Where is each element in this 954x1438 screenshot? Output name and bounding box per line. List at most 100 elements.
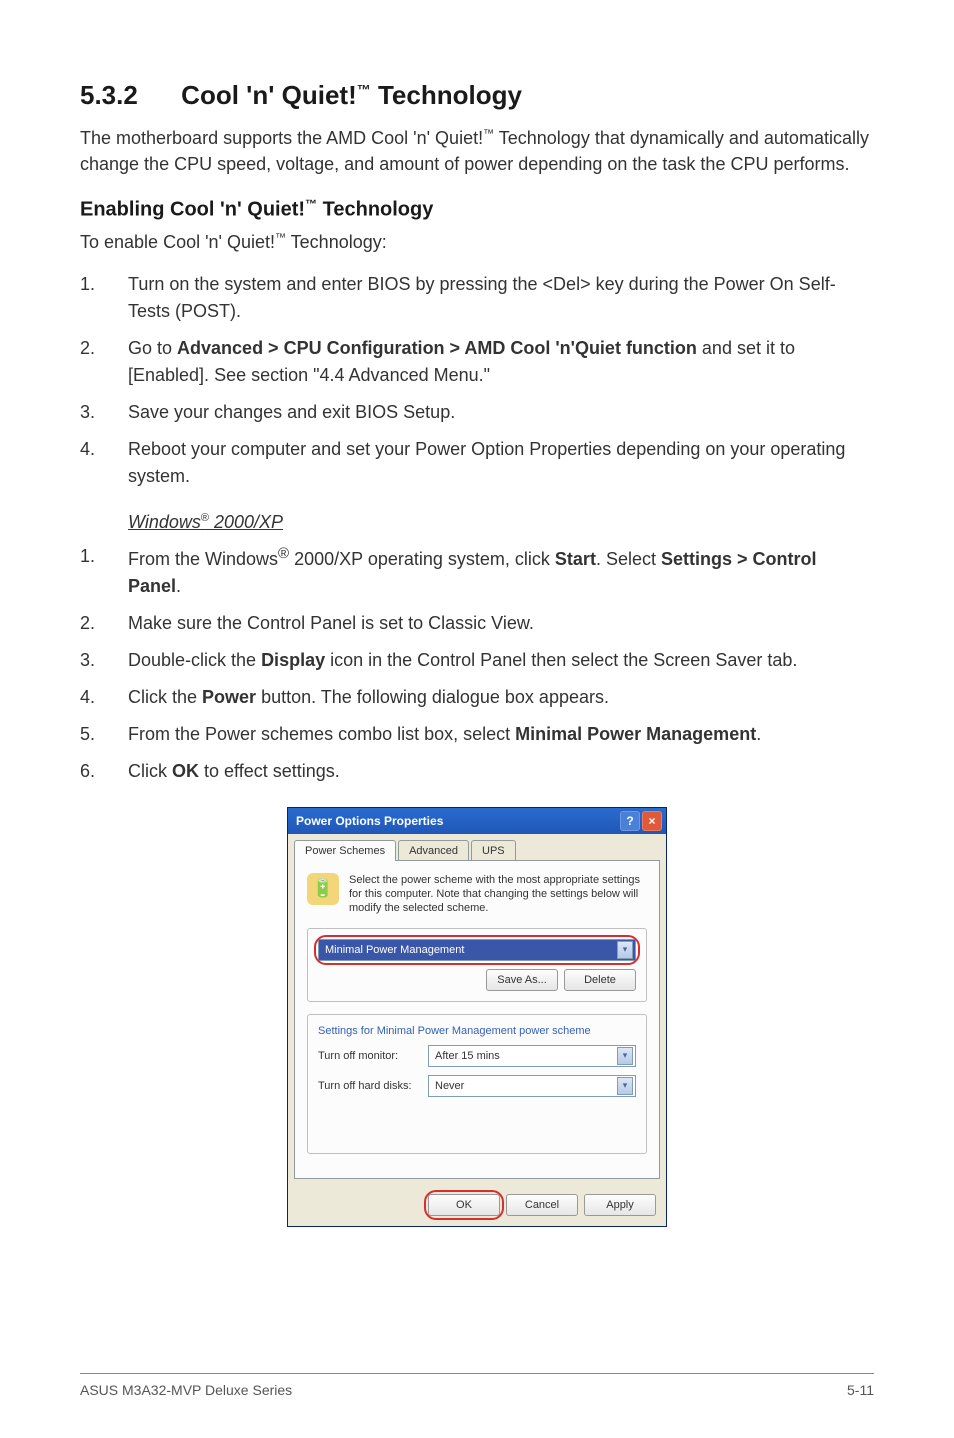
close-button[interactable]: ×	[642, 811, 662, 831]
dialog-screenshot: Power Options Properties ? × Power Schem…	[80, 807, 874, 1227]
chevron-down-icon: ▾	[617, 941, 633, 959]
step-number: 1.	[80, 543, 128, 600]
t-c: . Select	[596, 549, 661, 569]
step-text: From the Power schemes combo list box, s…	[128, 721, 874, 748]
step-number: 5.	[80, 721, 128, 748]
win-a: Windows	[128, 512, 201, 532]
info-row: 🔋 Select the power scheme with the most …	[307, 873, 647, 916]
turn-off-disks-row: Turn off hard disks: Never ▾	[318, 1075, 636, 1097]
t-b: .	[756, 724, 761, 744]
tab-ups[interactable]: UPS	[471, 840, 516, 861]
apply-button[interactable]: Apply	[584, 1194, 656, 1216]
section-title-prefix: Cool 'n' Quiet!	[181, 80, 357, 110]
save-as-button[interactable]: Save As...	[486, 969, 558, 991]
power-schemes-group: Minimal Power Management ▾ Save As... De…	[307, 928, 647, 1002]
footer-left: ASUS M3A32-MVP Deluxe Series	[80, 1382, 292, 1398]
disks-dropdown[interactable]: Never ▾	[428, 1075, 636, 1097]
steps-list-1: 1. Turn on the system and enter BIOS by …	[80, 271, 874, 490]
t-a: Click the	[128, 687, 202, 707]
trademark-symbol: ™	[275, 232, 286, 244]
subheading: Enabling Cool 'n' Quiet!™ Technology	[80, 197, 874, 222]
step-text: Click OK to effect settings.	[128, 758, 874, 785]
sub-intro: To enable Cool 'n' Quiet!™ Technology:	[80, 232, 874, 253]
tab-panel: 🔋 Select the power scheme with the most …	[294, 860, 660, 1179]
t-b: icon in the Control Panel then select th…	[325, 650, 797, 670]
close-icon: ×	[648, 814, 655, 828]
cancel-button[interactable]: Cancel	[506, 1194, 578, 1216]
step-text: Reboot your computer and set your Power …	[128, 436, 874, 490]
step-item: 2. Make sure the Control Panel is set to…	[80, 610, 874, 637]
steps-list-2: 1. From the Windows® 2000/XP operating s…	[80, 543, 874, 785]
step-text-bold: Advanced > CPU Configuration > AMD Cool …	[177, 338, 697, 358]
t-bold1: Start	[555, 549, 596, 569]
step-text: Save your changes and exit BIOS Setup.	[128, 399, 874, 426]
t-a: From the Windows	[128, 549, 278, 569]
step-item: 3. Double-click the Display icon in the …	[80, 647, 874, 674]
settings-group-title: Settings for Minimal Power Management po…	[318, 1025, 636, 1037]
step-item: 1. Turn on the system and enter BIOS by …	[80, 271, 874, 325]
step-text-a: Go to	[128, 338, 177, 358]
subhead-prefix: Enabling Cool 'n' Quiet!	[80, 199, 305, 221]
disks-label: Turn off hard disks:	[318, 1080, 428, 1092]
step-item: 1. From the Windows® 2000/XP operating s…	[80, 543, 874, 600]
section-heading: 5.3.2 Cool 'n' Quiet!™ Technology	[80, 80, 874, 111]
t-bold: OK	[172, 761, 199, 781]
settings-group: Settings for Minimal Power Management po…	[307, 1014, 647, 1154]
step-text: Make sure the Control Panel is set to Cl…	[128, 610, 874, 637]
step-number: 3.	[80, 647, 128, 674]
t-bold: Power	[202, 687, 256, 707]
step-number: 2.	[80, 610, 128, 637]
step-number: 4.	[80, 684, 128, 711]
section-number: 5.3.2	[80, 80, 138, 110]
window-buttons: ? ×	[620, 811, 662, 831]
chevron-down-icon: ▾	[617, 1047, 633, 1065]
page-footer: ASUS M3A32-MVP Deluxe Series 5-11	[80, 1373, 874, 1398]
intro-paragraph: The motherboard supports the AMD Cool 'n…	[80, 125, 874, 177]
delete-button[interactable]: Delete	[564, 969, 636, 991]
step-number: 2.	[80, 335, 128, 389]
registered-symbol: ®	[278, 545, 289, 562]
turn-off-monitor-row: Turn off monitor: After 15 mins ▾	[318, 1045, 636, 1067]
subhead-suffix: Technology	[317, 199, 433, 221]
subintro-b: Technology:	[286, 232, 387, 252]
ok-button[interactable]: OK	[428, 1194, 500, 1216]
t-d: .	[176, 576, 181, 596]
dialog-titlebar[interactable]: Power Options Properties ? ×	[288, 808, 666, 834]
tab-advanced[interactable]: Advanced	[398, 840, 469, 861]
step-item: 3. Save your changes and exit BIOS Setup…	[80, 399, 874, 426]
step-text: Go to Advanced > CPU Configuration > AMD…	[128, 335, 874, 389]
scheme-select-row: Minimal Power Management ▾	[318, 939, 636, 961]
step-number: 4.	[80, 436, 128, 490]
power-scheme-select[interactable]: Minimal Power Management ▾	[318, 939, 636, 961]
step-item: 6. Click OK to effect settings.	[80, 758, 874, 785]
win-b: 2000/XP	[209, 512, 283, 532]
monitor-value: After 15 mins	[435, 1050, 500, 1062]
step-text: Turn on the system and enter BIOS by pre…	[128, 271, 874, 325]
help-button[interactable]: ?	[620, 811, 640, 831]
t-a: Click	[128, 761, 172, 781]
step-item: 4. Reboot your computer and set your Pow…	[80, 436, 874, 490]
step-text: Double-click the Display icon in the Con…	[128, 647, 874, 674]
windows-subheading: Windows® 2000/XP	[128, 512, 874, 533]
tab-power-schemes[interactable]: Power Schemes	[294, 840, 396, 861]
t-bold: Display	[261, 650, 325, 670]
step-text: From the Windows® 2000/XP operating syst…	[128, 543, 874, 600]
step-item: 2. Go to Advanced > CPU Configuration > …	[80, 335, 874, 389]
ok-highlight: OK	[428, 1194, 500, 1216]
trademark-symbol: ™	[357, 81, 371, 97]
subintro-a: To enable Cool 'n' Quiet!	[80, 232, 275, 252]
step-number: 6.	[80, 758, 128, 785]
power-options-dialog: Power Options Properties ? × Power Schem…	[287, 807, 667, 1227]
monitor-dropdown[interactable]: After 15 mins ▾	[428, 1045, 636, 1067]
disks-value: Never	[435, 1080, 464, 1092]
chevron-down-icon: ▾	[617, 1077, 633, 1095]
scheme-buttons: Save As... Delete	[318, 969, 636, 991]
trademark-symbol: ™	[483, 128, 494, 140]
t-b: button. The following dialogue box appea…	[256, 687, 609, 707]
step-text: Click the Power button. The following di…	[128, 684, 874, 711]
registered-symbol: ®	[201, 512, 209, 524]
step-number: 3.	[80, 399, 128, 426]
t-b: 2000/XP operating system, click	[289, 549, 555, 569]
monitor-label: Turn off monitor:	[318, 1050, 428, 1062]
battery-icon: 🔋	[307, 873, 339, 905]
